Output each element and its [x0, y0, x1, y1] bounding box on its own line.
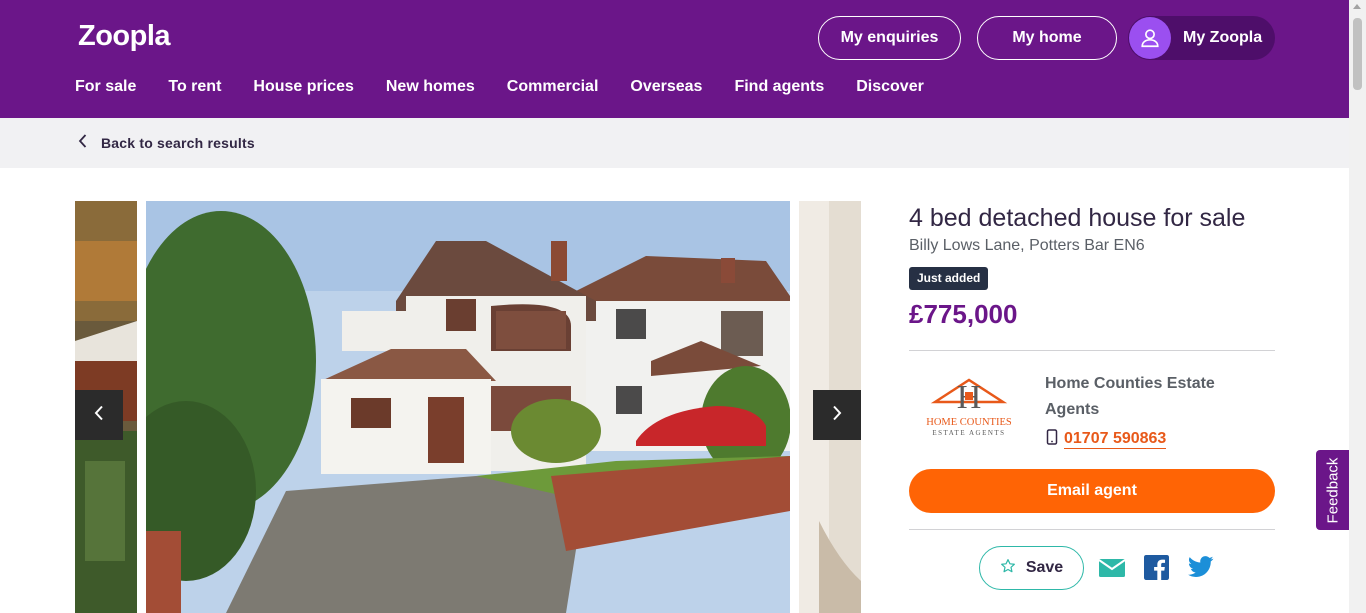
back-to-results-link[interactable]: Back to search results: [78, 134, 255, 151]
agent-logo-line2: ESTATE AGENTS: [932, 429, 1005, 437]
nav-for-sale[interactable]: For sale: [75, 78, 136, 96]
divider: [909, 350, 1275, 351]
my-enquiries-button[interactable]: My enquiries: [818, 16, 961, 60]
scroll-up-arrow-icon[interactable]: [1353, 4, 1361, 9]
nav-new-homes[interactable]: New homes: [386, 78, 475, 96]
chevron-right-icon: [832, 405, 842, 426]
scrollbar-thumb[interactable]: [1353, 18, 1362, 90]
feedback-tab[interactable]: Feedback: [1316, 450, 1349, 530]
zoopla-logo[interactable]: Zoopla: [78, 20, 171, 53]
star-icon: [1000, 558, 1016, 579]
nav-discover[interactable]: Discover: [856, 78, 924, 96]
chevron-left-icon: [94, 405, 104, 426]
agent-name[interactable]: Home Counties Estate Agents: [1045, 371, 1255, 423]
nav-commercial[interactable]: Commercial: [507, 78, 599, 96]
my-home-button[interactable]: My home: [977, 16, 1117, 60]
my-zoopla-button[interactable]: My Zoopla: [1128, 16, 1275, 60]
email-agent-button[interactable]: Email agent: [909, 469, 1275, 513]
agent-phone[interactable]: 01707 590863: [1046, 429, 1167, 450]
nav-house-prices[interactable]: House prices: [253, 78, 353, 96]
save-button[interactable]: Save: [979, 546, 1084, 590]
page-scrollbar[interactable]: [1349, 0, 1366, 613]
chevron-left-icon: [78, 134, 87, 151]
listing-title: 4 bed detached house for sale: [909, 204, 1246, 232]
nav-overseas[interactable]: Overseas: [630, 78, 702, 96]
mobile-phone-icon: [1046, 429, 1058, 450]
nav-find-agents[interactable]: Find agents: [734, 78, 824, 96]
my-zoopla-label: My Zoopla: [1183, 29, 1263, 46]
back-label: Back to search results: [101, 134, 255, 151]
main-nav: For sale To rent House prices New homes …: [75, 78, 956, 96]
listing-price: £775,000: [909, 299, 1018, 329]
gallery-next-button[interactable]: [813, 390, 861, 440]
feedback-label: Feedback: [1324, 457, 1341, 523]
mail-icon[interactable]: [1098, 559, 1126, 582]
site-header: Zoopla My enquiries My home My Zoopla Fo…: [0, 0, 1349, 118]
twitter-icon[interactable]: [1187, 555, 1214, 584]
save-label: Save: [1025, 559, 1064, 576]
agent-logo-line1: HOME COUNTIES: [926, 417, 1012, 428]
divider: [909, 529, 1275, 530]
agent-logo[interactable]: H HOME COUNTIES ESTATE AGENTS: [915, 372, 1023, 438]
agent-phone-number[interactable]: 01707 590863: [1064, 430, 1167, 449]
gallery-main-photo[interactable]: [146, 201, 790, 613]
listing-address: Billy Lows Lane, Potters Bar EN6: [909, 237, 1145, 254]
gallery-prev-button[interactable]: [75, 390, 123, 440]
user-icon: [1129, 17, 1171, 59]
nav-to-rent[interactable]: To rent: [168, 78, 221, 96]
just-added-badge: Just added: [909, 267, 989, 290]
facebook-icon[interactable]: [1144, 555, 1169, 585]
